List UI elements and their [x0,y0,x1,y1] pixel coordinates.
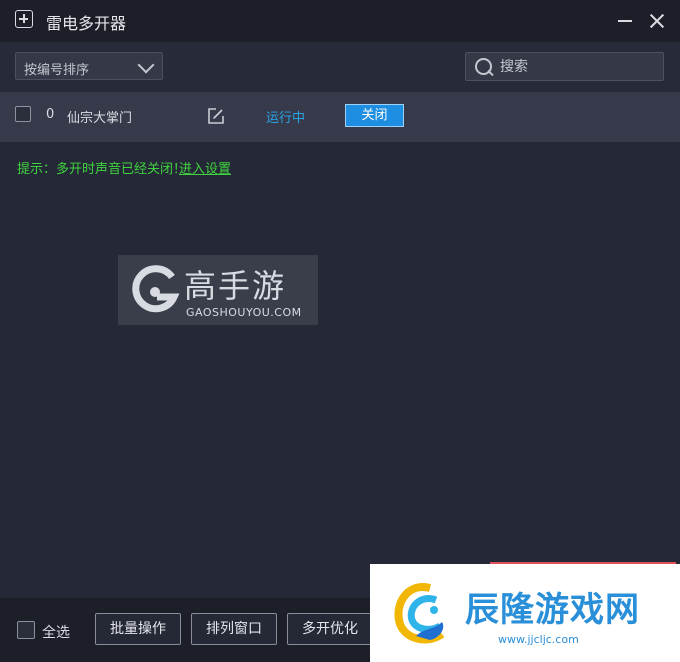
select-all-checkbox[interactable] [17,621,35,639]
watermark-domain: GAOSHOUYOU.COM [186,306,302,319]
arrange-windows-button[interactable]: 排列窗口 [191,613,277,645]
notice-text: 提示：多开时声音已经关闭！ [17,162,187,177]
instance-checkbox[interactable] [15,106,31,122]
instance-name: 仙宗大掌门 [67,111,133,126]
watermark-logo: 高手游 GAOSHOUYOU.COM [118,255,318,325]
window-title: 雷电多开器 [46,14,127,33]
sort-dropdown[interactable]: 按编号排序 [15,52,163,80]
select-all-label: 全选 [42,625,70,641]
edit-icon[interactable] [207,107,225,125]
instance-status: 运行中 [266,111,306,126]
wave-logo-icon [394,583,445,644]
close-icon[interactable] [646,8,668,34]
minimize-icon[interactable] [615,8,637,34]
watermark-site-url: www.jjcljc.com [498,633,579,646]
batch-operation-button[interactable]: 批量操作 [95,613,181,645]
sort-dropdown-label: 按编号排序 [24,63,90,78]
search-box[interactable] [465,52,664,81]
watermark-site-title: 辰隆游戏网 [465,590,640,630]
watermark-title: 高手游 [184,267,287,305]
settings-link[interactable]: 进入设置 [179,158,231,177]
search-icon [475,58,492,75]
instance-close-button[interactable]: 关闭 [345,104,404,127]
multi-optimize-button[interactable]: 多开优化 [287,613,373,645]
search-input[interactable] [500,57,655,76]
plus-square-icon [15,10,33,28]
chevron-down-icon [137,56,155,74]
gaoshouyou-logo-icon [132,265,180,313]
watermark-overlay: 辰隆游戏网 www.jjcljc.com [370,564,680,662]
instance-index: 0 [46,107,55,122]
